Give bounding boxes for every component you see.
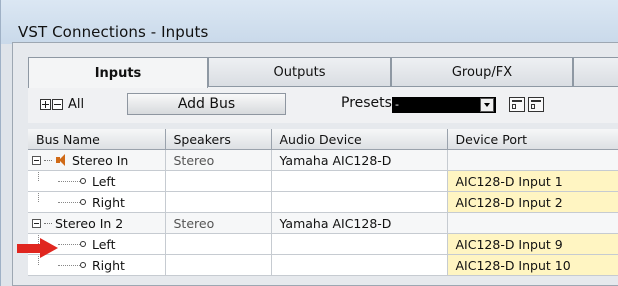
- bus-name: Stereo In 2: [55, 215, 124, 231]
- port-node-icon: [80, 178, 86, 184]
- device-port-cell[interactable]: AIC128-D Input 1: [447, 170, 618, 192]
- tab-overflow[interactable]: [573, 57, 618, 87]
- port-node-icon: [80, 199, 86, 205]
- collapse-all-icon[interactable]: [52, 98, 63, 110]
- device-port-cell[interactable]: [447, 149, 618, 171]
- tree-connector: [44, 222, 52, 224]
- device-port-cell[interactable]: AIC128-D Input 2: [447, 191, 618, 213]
- channel-name: Left: [92, 236, 116, 252]
- channel-name: Left: [92, 173, 116, 189]
- speaker-icon: [55, 154, 67, 166]
- tab-inputs[interactable]: Inputs: [28, 57, 208, 88]
- tree-connector: [58, 264, 80, 266]
- device-port-cell[interactable]: AIC128-D Input 9: [447, 233, 618, 255]
- channel-tree-node: Right: [28, 254, 164, 275]
- audio-device-cell: [271, 191, 448, 213]
- expand-all-icon[interactable]: [40, 98, 51, 110]
- channel-tree-node: Left: [28, 170, 164, 191]
- red-arrow-icon: [17, 238, 59, 258]
- collapse-node-icon[interactable]: [32, 218, 41, 228]
- speakers-cell: [165, 170, 272, 192]
- window-title: VST Connections - Inputs: [18, 23, 209, 41]
- channel-name-cell: Left: [28, 170, 166, 192]
- audio-device-cell: [271, 233, 448, 255]
- port-node-icon: [80, 241, 86, 247]
- tree-connector: [44, 159, 52, 161]
- tree-connector: [58, 180, 80, 182]
- tab-inputs-label: Inputs: [94, 65, 142, 81]
- table-row-channel[interactable]: Right AIC128-D Input 2: [28, 191, 618, 213]
- speakers-cell: [165, 254, 272, 276]
- device-port-cell[interactable]: [447, 212, 618, 234]
- title-bar: VST Connections - Inputs: [1, 0, 618, 44]
- bus-name-cell[interactable]: Stereo In: [28, 149, 166, 171]
- collapse-node-icon[interactable]: [32, 155, 41, 165]
- audio-device-cell[interactable]: Yamaha AIC128-D: [271, 149, 448, 171]
- add-bus-button[interactable]: Add Bus: [127, 93, 286, 115]
- expand-all-label: All: [68, 96, 85, 112]
- table-row-bus[interactable]: Stereo In Stereo Yamaha AIC128-D: [28, 149, 618, 171]
- tree-line: [38, 191, 40, 202]
- channel-name: Right: [92, 194, 125, 210]
- bus-tree-node: Stereo In 2: [30, 213, 164, 233]
- tree-connector: [58, 201, 80, 203]
- column-header-device-port[interactable]: Device Port: [447, 129, 618, 150]
- tree-connector: [58, 243, 80, 245]
- expand-collapse-all: All: [40, 94, 84, 114]
- bus-name: Stereo In: [72, 152, 129, 168]
- tab-group-fx-label: Group/FX: [451, 65, 513, 80]
- chevron-down-icon[interactable]: [480, 98, 494, 112]
- table-row-bus[interactable]: Stereo In 2 Stereo Yamaha AIC128-D: [28, 212, 618, 234]
- audio-device-cell: [271, 254, 448, 276]
- bus-name-cell[interactable]: Stereo In 2: [28, 212, 166, 234]
- tab-outputs-label: Outputs: [273, 65, 326, 80]
- table-row-channel[interactable]: Left AIC128-D Input 9: [28, 233, 618, 255]
- channel-tree-node: Right: [28, 191, 164, 212]
- audio-device-cell[interactable]: Yamaha AIC128-D: [271, 212, 448, 234]
- speakers-cell: [165, 233, 272, 255]
- device-port-cell[interactable]: AIC128-D Input 10: [447, 254, 618, 276]
- table-row-channel[interactable]: Left AIC128-D Input 1: [28, 170, 618, 192]
- port-node-icon: [80, 262, 86, 268]
- tab-group-fx[interactable]: Group/FX: [391, 57, 573, 87]
- column-header-audio-device[interactable]: Audio Device: [271, 129, 448, 150]
- store-preset-icon[interactable]: [509, 97, 525, 112]
- speakers-cell: [165, 191, 272, 213]
- bus-table: Bus Name Speakers Audio Device Device Po…: [28, 129, 618, 276]
- remove-preset-icon[interactable]: [528, 97, 544, 112]
- channel-name: Right: [92, 257, 125, 273]
- presets-value: -: [395, 98, 399, 111]
- table-row-channel[interactable]: Right AIC128-D Input 10: [28, 254, 618, 276]
- tree-line: [38, 170, 40, 181]
- bus-tree-node: Stereo In: [30, 150, 164, 170]
- table-header-row: Bus Name Speakers Audio Device Device Po…: [28, 129, 618, 150]
- channel-name-cell: Right: [28, 191, 166, 213]
- column-header-speakers[interactable]: Speakers: [165, 129, 272, 150]
- speakers-cell[interactable]: Stereo: [165, 212, 272, 234]
- column-header-bus-name[interactable]: Bus Name: [28, 129, 166, 150]
- audio-device-cell: [271, 170, 448, 192]
- tab-outputs[interactable]: Outputs: [208, 57, 391, 87]
- speakers-cell[interactable]: Stereo: [165, 149, 272, 171]
- presets-label: Presets: [341, 95, 392, 111]
